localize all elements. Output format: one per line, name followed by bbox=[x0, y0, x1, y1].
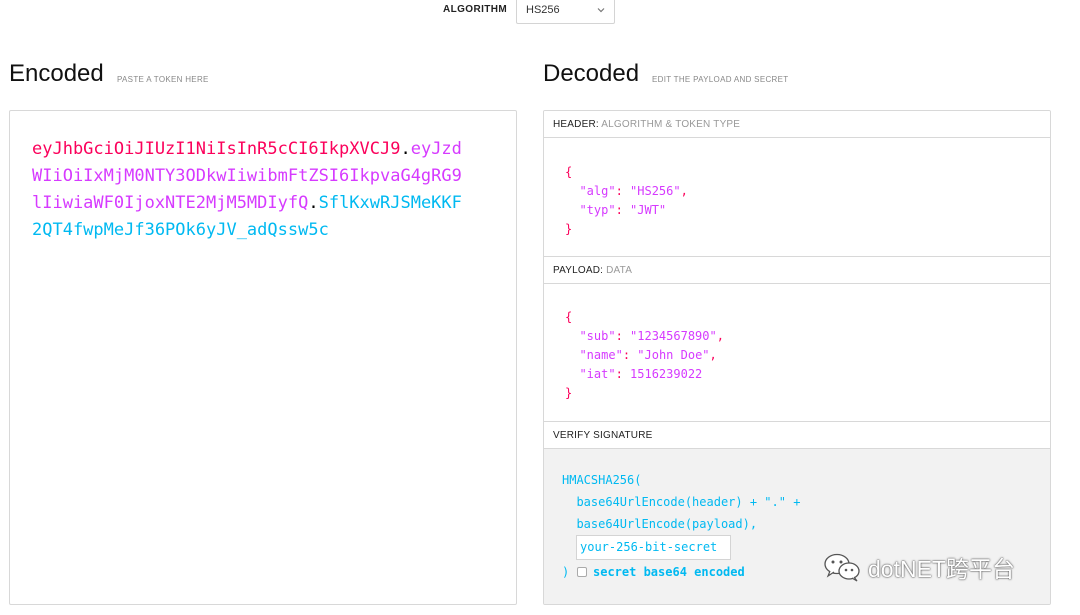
watermark-text: dotNET跨平台 bbox=[868, 556, 1015, 582]
token-dot: . bbox=[400, 139, 411, 159]
algorithm-label: ALGORITHM bbox=[443, 4, 508, 15]
header-panel-title: HEADER: ALGORITHM & TOKEN TYPE bbox=[544, 111, 1050, 138]
json-value: "1234567890" bbox=[630, 329, 717, 343]
decoded-panel: HEADER: ALGORITHM & TOKEN TYPE { "alg": … bbox=[543, 110, 1051, 605]
payload-panel-sublabel: DATA bbox=[606, 265, 633, 276]
json-comma: , bbox=[680, 184, 688, 198]
json-key: "typ" bbox=[579, 203, 616, 217]
verify-panel-label: VERIFY SIGNATURE bbox=[553, 430, 653, 441]
json-comma: , bbox=[716, 329, 724, 343]
encoded-title: Encoded bbox=[9, 60, 104, 87]
header-json-code[interactable]: { "alg": "HS256", "typ": "JWT" } bbox=[565, 163, 688, 239]
hmac-payload-line: base64UrlEncode(payload), bbox=[562, 517, 758, 531]
close-brace: } bbox=[565, 386, 573, 400]
verify-panel-title: VERIFY SIGNATURE bbox=[544, 422, 1050, 449]
open-brace: { bbox=[565, 165, 573, 179]
watermark: dotNET跨平台 bbox=[822, 550, 1015, 584]
close-brace: } bbox=[565, 222, 573, 236]
hmac-close-paren: ) bbox=[562, 565, 570, 579]
json-key: "iat" bbox=[579, 367, 616, 381]
hmac-header-line: base64UrlEncode(header) + "." + bbox=[562, 495, 801, 509]
secret-base64-checkbox[interactable] bbox=[577, 567, 587, 577]
token-dot: . bbox=[308, 193, 319, 213]
encoded-token-text[interactable]: eyJhbGciOiJIUzI1NiIsInR5cCI6IkpXVCJ9.eyJ… bbox=[32, 136, 472, 244]
header-panel-sublabel: ALGORITHM & TOKEN TYPE bbox=[601, 119, 741, 130]
json-value: "HS256" bbox=[630, 184, 681, 198]
decoded-title: Decoded bbox=[543, 60, 640, 87]
decoded-subtitle: EDIT THE PAYLOAD AND SECRET bbox=[652, 75, 789, 84]
header-json-editor[interactable]: { "alg": "HS256", "typ": "JWT" } bbox=[544, 138, 1050, 257]
json-separator: : bbox=[615, 329, 631, 343]
chevron-down-icon bbox=[597, 8, 605, 13]
header-panel-label: HEADER: bbox=[553, 119, 599, 130]
json-value: "John Doe" bbox=[637, 348, 710, 362]
json-key: "name" bbox=[579, 348, 623, 362]
payload-json-code[interactable]: { "sub": "1234567890", "name": "John Doe… bbox=[565, 308, 724, 403]
open-brace: { bbox=[565, 310, 573, 324]
secret-input[interactable]: your-256-bit-secret bbox=[576, 535, 731, 560]
json-value: 1516239022 bbox=[630, 367, 703, 381]
payload-panel-title: PAYLOAD: DATA bbox=[544, 257, 1050, 284]
json-comma: , bbox=[709, 348, 717, 362]
secret-base64-label[interactable]: secret base64 encoded bbox=[593, 565, 745, 579]
json-separator: : bbox=[622, 348, 638, 362]
wechat-icon bbox=[824, 553, 860, 582]
json-separator: : bbox=[615, 203, 631, 217]
json-separator: : bbox=[615, 367, 631, 381]
json-separator: : bbox=[615, 184, 631, 198]
json-key: "alg" bbox=[579, 184, 616, 198]
json-value: "JWT" bbox=[630, 203, 667, 217]
algorithm-select[interactable]: HS256 bbox=[516, 0, 615, 24]
json-key: "sub" bbox=[579, 329, 616, 343]
payload-json-editor[interactable]: { "sub": "1234567890", "name": "John Doe… bbox=[544, 284, 1050, 422]
payload-panel-label: PAYLOAD: bbox=[553, 265, 604, 276]
encoded-subtitle: PASTE A TOKEN HERE bbox=[117, 75, 209, 84]
token-header-part: eyJhbGciOiJIUzI1NiIsInR5cCI6IkpXVCJ9 bbox=[32, 139, 401, 159]
algorithm-selected-value: HS256 bbox=[526, 4, 560, 16]
hmac-function-line: HMACSHA256( bbox=[562, 473, 642, 487]
encoded-token-editor[interactable]: eyJhbGciOiJIUzI1NiIsInR5cCI6IkpXVCJ9.eyJ… bbox=[9, 110, 517, 605]
